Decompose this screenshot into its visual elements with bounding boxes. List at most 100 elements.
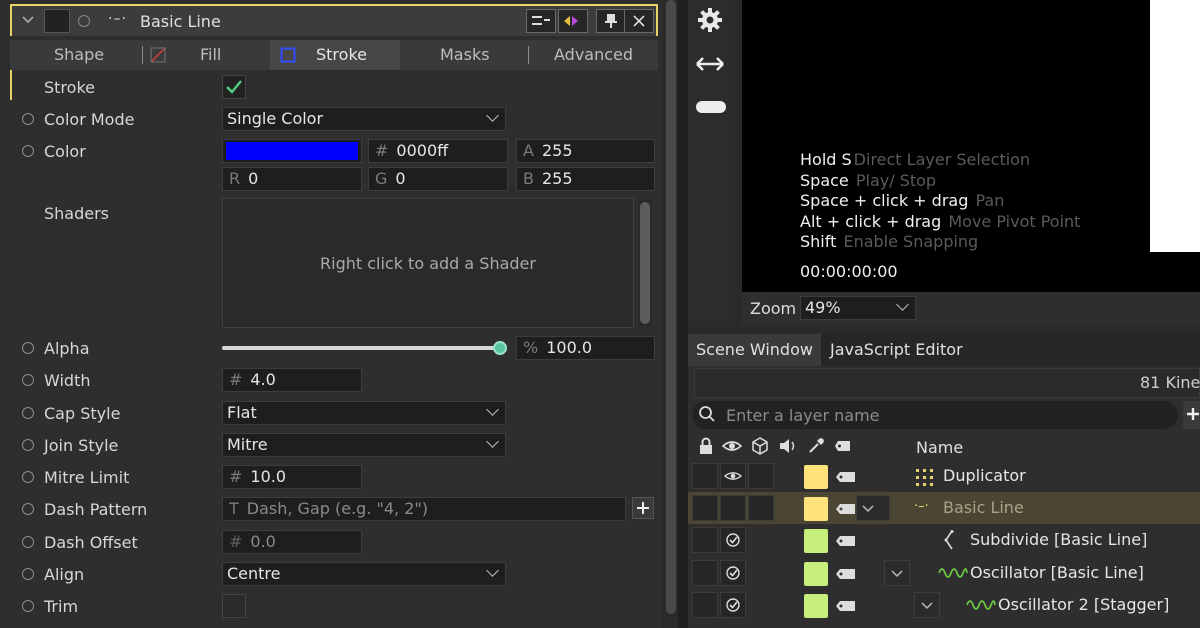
horizontal-arrows-icon[interactable] [694, 54, 726, 74]
tag-icon[interactable] [836, 535, 856, 547]
tag-icon[interactable] [836, 471, 856, 483]
enable-toggle[interactable] [720, 527, 746, 553]
shader-drop-area[interactable]: Right click to add a Shader [222, 198, 634, 328]
layer-color[interactable] [804, 465, 828, 489]
keyframe-icon [564, 16, 578, 26]
visibility-toggle[interactable] [720, 495, 746, 521]
layer-name: Duplicator [943, 466, 1026, 485]
color-mode-keyframe-dot[interactable] [22, 113, 34, 125]
expand-toggle[interactable] [856, 495, 890, 521]
panel-divider[interactable] [678, 0, 688, 628]
tab-advanced[interactable]: Advanced [554, 40, 633, 70]
speaker-icon[interactable] [778, 436, 798, 456]
layer-header[interactable]: ·–· Basic Line [10, 4, 658, 36]
lock-toggle[interactable] [692, 560, 718, 586]
tag-icon[interactable] [836, 503, 856, 515]
join-style-select[interactable]: Mitre [222, 433, 506, 457]
gear-icon[interactable] [696, 6, 724, 34]
alpha-slider[interactable] [222, 346, 500, 350]
hex-field[interactable]: #0000ff [368, 139, 508, 163]
trim-label: Trim [44, 597, 79, 616]
tag-icon[interactable] [836, 600, 856, 612]
lock-toggle[interactable] [692, 463, 718, 489]
color-mode-select[interactable]: Single Color [222, 107, 506, 131]
layer-color[interactable] [804, 594, 828, 618]
stroke-label: Stroke [44, 78, 95, 97]
lock-toggle[interactable] [692, 527, 718, 553]
close-button[interactable] [624, 9, 654, 33]
align-button[interactable] [526, 9, 556, 33]
keyframe-button[interactable] [558, 9, 588, 33]
color-keyframe-dot[interactable] [22, 145, 34, 157]
shader-scrollbar[interactable] [638, 200, 652, 326]
width-field[interactable]: #4.0 [222, 368, 362, 392]
layer-row-oscillator-2[interactable]: Oscillator 2 [Stagger] [688, 589, 1200, 621]
3d-toggle[interactable] [748, 495, 774, 521]
color-swatch-button[interactable] [222, 139, 362, 163]
align-select[interactable]: Centre [222, 562, 506, 586]
dash-pattern-field[interactable]: T Dash, Gap (e.g. "4, 2") [222, 497, 626, 521]
alpha-field[interactable]: % 100.0 [516, 336, 655, 360]
trim-checkbox[interactable] [222, 594, 246, 618]
join-style-keyframe-dot[interactable] [22, 439, 34, 451]
layer-row-basic-line[interactable]: ·–· Basic Line [688, 492, 1200, 524]
tab-shape[interactable]: Shape [54, 40, 104, 70]
tab-javascript-editor[interactable]: JavaScript Editor [822, 334, 971, 366]
eye-icon[interactable] [722, 436, 742, 456]
properties-scrollbar[interactable] [664, 0, 678, 618]
layer-visibility-dot[interactable] [78, 15, 90, 27]
layer-row-subdivide[interactable]: Subdivide [Basic Line] [688, 524, 1200, 556]
mitre-limit-field[interactable]: #10.0 [222, 465, 362, 489]
chevron-down-icon[interactable] [20, 12, 36, 28]
tab-fill[interactable]: Fill [200, 40, 221, 70]
layer-color-swatch[interactable] [44, 9, 70, 33]
dash-offset-keyframe-dot[interactable] [22, 536, 34, 548]
lock-toggle[interactable] [692, 495, 718, 521]
layer-row-oscillator[interactable]: Oscillator [Basic Line] [688, 557, 1200, 589]
blue-channel-field[interactable]: B 255 [516, 167, 655, 191]
add-layer-button[interactable] [1183, 401, 1200, 429]
expand-toggle[interactable] [884, 560, 910, 586]
dash-offset-field[interactable]: #0.0 [222, 530, 362, 554]
lock-toggle[interactable] [692, 592, 718, 618]
layer-row-duplicator[interactable]: Duplicator [688, 460, 1200, 492]
3d-toggle[interactable] [748, 463, 774, 489]
add-dash-button[interactable] [632, 497, 654, 519]
zoom-select[interactable]: 49% [800, 296, 916, 320]
tab-scene-window[interactable]: Scene Window [688, 334, 821, 366]
tab-masks[interactable]: Masks [440, 40, 490, 70]
layer-search-input[interactable] [726, 403, 1166, 427]
stroke-checkbox[interactable] [222, 75, 246, 99]
visibility-toggle[interactable] [720, 463, 746, 489]
cap-style-select[interactable]: Flat [222, 401, 506, 425]
expand-toggle[interactable] [914, 592, 940, 618]
zoom-label: Zoom [750, 299, 797, 318]
alpha-keyframe-dot[interactable] [22, 342, 34, 354]
minus-pill-icon[interactable] [696, 101, 726, 113]
oscillator-icon [938, 568, 968, 578]
tab-stroke-wrap[interactable]: Stroke [270, 40, 400, 70]
cap-style-keyframe-dot[interactable] [22, 407, 34, 419]
enable-toggle[interactable] [720, 592, 746, 618]
width-keyframe-dot[interactable] [22, 374, 34, 386]
lock-icon[interactable] [696, 436, 716, 456]
tag-icon[interactable] [836, 568, 856, 580]
pin-button[interactable] [596, 9, 626, 33]
cube-icon[interactable] [750, 436, 770, 456]
alpha-channel-field[interactable]: A 255 [516, 139, 655, 163]
alpha-slider-handle[interactable] [493, 341, 507, 355]
enable-toggle[interactable] [720, 560, 746, 586]
tag-icon[interactable] [834, 436, 854, 456]
red-channel-field[interactable]: R0 [222, 167, 362, 191]
trim-keyframe-dot[interactable] [22, 600, 34, 612]
eyedropper-icon[interactable] [806, 436, 826, 456]
property-tabs: Shape Fill Stroke Masks Advanced [10, 40, 658, 70]
green-channel-field[interactable]: G0 [368, 167, 508, 191]
layer-color[interactable] [804, 562, 828, 586]
layer-color[interactable] [804, 497, 828, 521]
dash-pattern-keyframe-dot[interactable] [22, 503, 34, 515]
layer-color[interactable] [804, 529, 828, 553]
join-style-label: Join Style [44, 436, 119, 455]
align-keyframe-dot[interactable] [22, 568, 34, 580]
mitre-limit-keyframe-dot[interactable] [22, 471, 34, 483]
